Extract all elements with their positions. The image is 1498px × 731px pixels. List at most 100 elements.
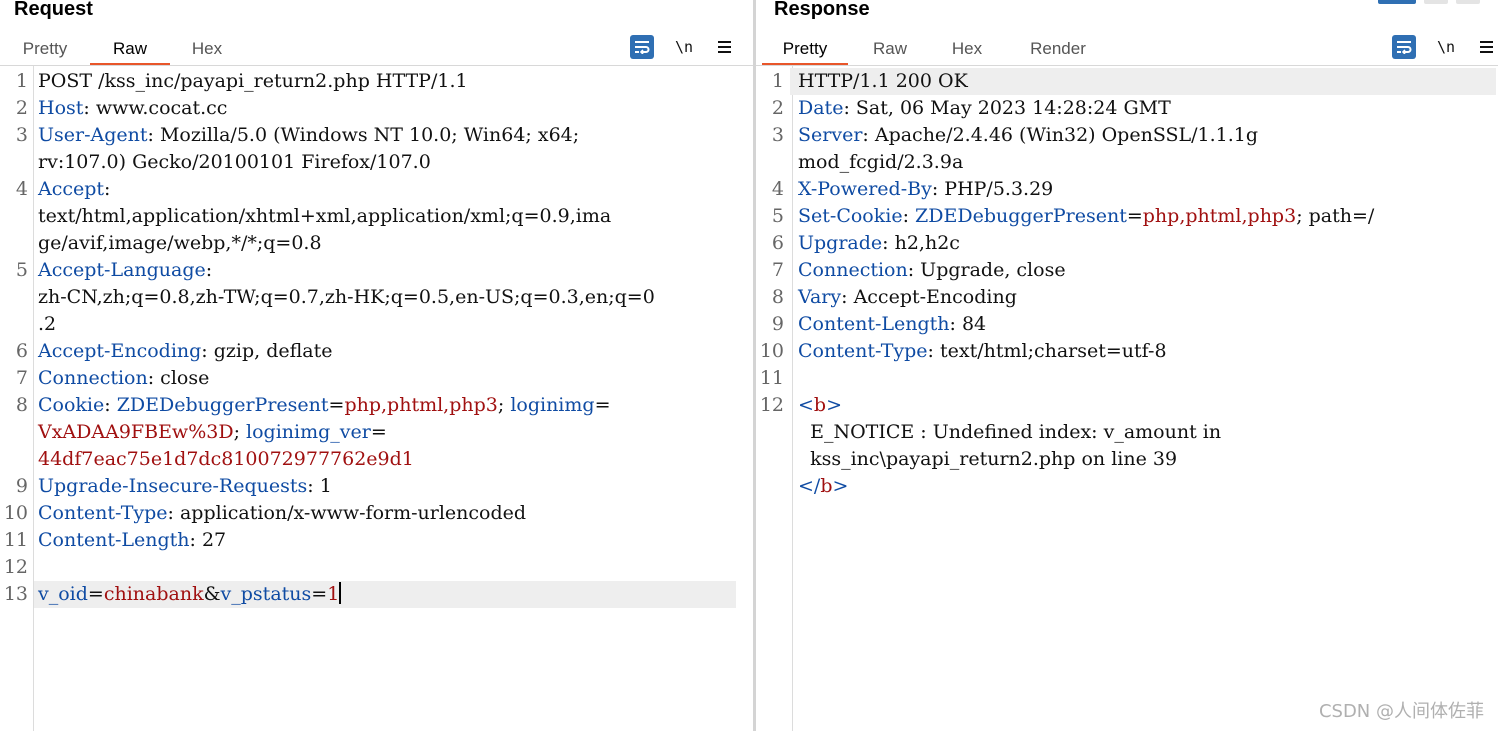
line-number: 5	[771, 205, 784, 227]
header-key-token: Connection	[798, 259, 908, 281]
line-text: ge/avif,image/webp,*/*;q=0.8	[38, 230, 322, 257]
line-number: 7	[15, 367, 28, 389]
layout-horizontal-icon[interactable]	[1424, 0, 1448, 4]
header-key-token: Accept-Encoding	[38, 340, 202, 362]
response-tab-raw[interactable]: Raw	[860, 34, 920, 63]
header-key-token: Connection	[38, 367, 148, 389]
text-token: : 27	[189, 529, 227, 551]
header-key-token: </	[798, 475, 821, 497]
wrap-lines-icon[interactable]	[1392, 35, 1416, 59]
line-text: VxADAA9FBEw%3D; loginimg_ver=	[38, 419, 387, 446]
wrap-lines-icon[interactable]	[630, 35, 654, 59]
request-tab-raw[interactable]: Raw	[90, 34, 170, 66]
text-token: =	[370, 421, 387, 443]
text-token: : PHP/5.3.29	[931, 178, 1054, 200]
text-token: : close	[147, 367, 210, 389]
header-key-token: Content-Length	[798, 313, 950, 335]
menu-icon[interactable]	[1474, 35, 1498, 59]
response-tabbar-divider	[756, 65, 1498, 66]
request-tab-pretty[interactable]: Pretty	[10, 34, 80, 63]
value-token: VxADAA9FBEw%3D	[38, 421, 234, 443]
header-key-token: v_oid	[38, 583, 88, 605]
header-key-token: loginimg	[510, 394, 595, 416]
line-text: Upgrade-Insecure-Requests: 1	[38, 473, 332, 500]
value-token: b	[820, 475, 833, 497]
line-text: POST /kss_inc/payapi_return2.php HTTP/1.…	[38, 68, 468, 95]
header-key-token: loginimg_ver	[246, 421, 371, 443]
line-number: 9	[15, 475, 28, 497]
text-token: : text/html;charset=utf-8	[927, 340, 1167, 362]
response-pane: Response Pretty Raw Hex Render \n 1 HTTP/…	[756, 0, 1498, 731]
header-key-token: Server	[798, 124, 863, 146]
line-text: Content-Type: text/html;charset=utf-8	[798, 338, 1167, 365]
line-text: Accept:	[38, 176, 110, 203]
line-number: 2	[771, 97, 784, 119]
menu-icon[interactable]	[712, 35, 736, 59]
text-token: : Mozilla/5.0 (Windows NT 10.0; Win64; x…	[147, 124, 580, 146]
header-key-token: X-Powered-By	[798, 178, 932, 200]
line-number: 4	[15, 178, 28, 200]
line-text: User-Agent: Mozilla/5.0 (Windows NT 10.0…	[38, 122, 579, 149]
line-number: 10	[759, 340, 784, 362]
line-text: E_NOTICE : Undefined index: v_amount in	[798, 419, 1221, 446]
text-token: ; path=/	[1296, 205, 1375, 227]
line-text: Host: www.cocat.cc	[38, 95, 227, 122]
header-key-token: Date	[798, 97, 844, 119]
line-text: mod_fcgid/2.3.9a	[798, 149, 963, 176]
header-key-token: Content-Length	[38, 529, 190, 551]
layout-split-icon[interactable]	[1378, 0, 1416, 4]
response-tab-render[interactable]: Render	[1018, 34, 1098, 63]
line-text: .2	[38, 311, 56, 338]
line-number: 6	[15, 340, 28, 362]
request-tab-hex[interactable]: Hex	[176, 34, 238, 63]
text-token: mod_fcgid/2.3.9a	[798, 151, 964, 173]
line-text: rv:107.0) Gecko/20100101 Firefox/107.0	[38, 149, 431, 176]
line-text: Accept-Encoding: gzip, deflate	[38, 338, 333, 365]
text-token: =	[594, 394, 611, 416]
line-text: </b>	[798, 473, 848, 500]
text-token: zh-CN,zh;q=0.8,zh-TW;q=0.7,zh-HK;q=0.5,e…	[38, 286, 655, 308]
header-key-token: User-Agent	[38, 124, 148, 146]
response-title: Response	[774, 0, 870, 20]
header-key-token: v_pstatus	[220, 583, 312, 605]
newline-toggle-icon[interactable]: \n	[672, 35, 696, 59]
line-number: 3	[15, 124, 28, 146]
line-number: 3	[771, 124, 784, 146]
line-number: 6	[771, 232, 784, 254]
header-key-token: Accept	[38, 178, 105, 200]
line-number: 12	[3, 556, 28, 578]
line-text: Connection: close	[38, 365, 209, 392]
text-token: rv:107.0) Gecko/20100101 Firefox/107.0	[38, 151, 431, 173]
header-key-token: Accept-Language	[38, 259, 206, 281]
text-token: : gzip, deflate	[201, 340, 333, 362]
layout-vertical-icon[interactable]	[1456, 0, 1480, 4]
line-text: Accept-Language:	[38, 257, 212, 284]
newline-toggle-icon[interactable]: \n	[1434, 35, 1458, 59]
header-key-token: Content-Type	[798, 340, 928, 362]
response-tab-pretty[interactable]: Pretty	[762, 34, 848, 66]
response-tab-hex[interactable]: Hex	[936, 34, 998, 63]
value-token: 44df7eac75e1d7dc810072977762e9d1	[38, 448, 414, 470]
text-token: =	[87, 583, 104, 605]
text-cursor	[339, 582, 342, 604]
text-token: ge/avif,image/webp,*/*;q=0.8	[38, 232, 322, 254]
header-key-token: Cookie	[38, 394, 105, 416]
text-token: ;	[233, 421, 247, 443]
line-text: Upgrade: h2,h2c	[798, 230, 960, 257]
request-tabbar-divider	[0, 65, 753, 66]
text-token: : application/x-www-form-urlencoded	[167, 502, 527, 524]
value-token: b	[813, 394, 827, 416]
line-number: 7	[771, 259, 784, 281]
line-number: 1	[15, 70, 28, 92]
text-token: :	[902, 205, 916, 227]
text-token: =	[1126, 205, 1143, 227]
line-number: 11	[759, 367, 784, 389]
line-number: 1	[771, 70, 784, 92]
text-token: kss_inc\payapi_return2.php on line 39	[798, 448, 1178, 470]
line-text: Content-Length: 84	[798, 311, 986, 338]
text-token: : 84	[949, 313, 987, 335]
header-key-token: Upgrade	[798, 232, 883, 254]
line-number: 8	[771, 286, 784, 308]
line-number: 2	[15, 97, 28, 119]
line-text: Server: Apache/2.4.46 (Win32) OpenSSL/1.…	[798, 122, 1258, 149]
